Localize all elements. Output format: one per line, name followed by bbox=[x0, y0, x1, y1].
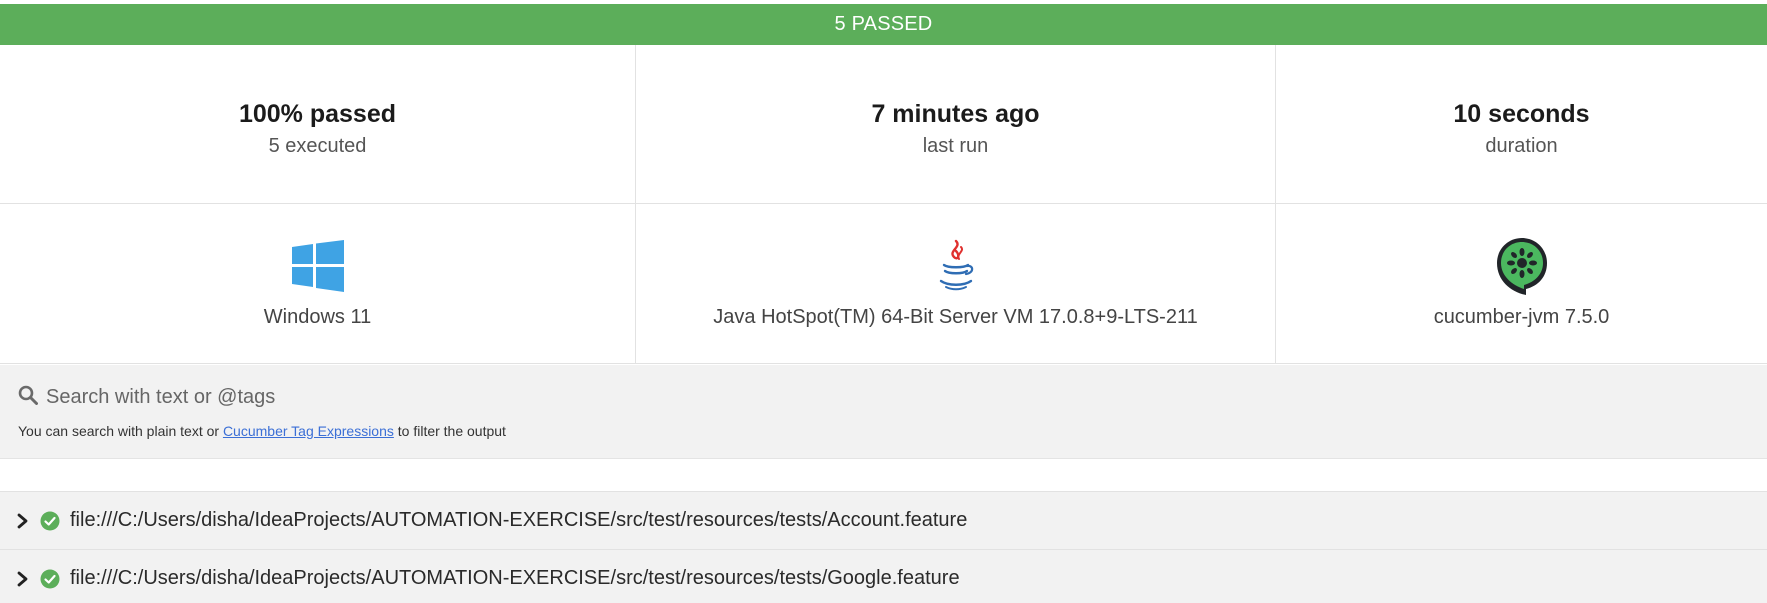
feature-path[interactable]: file:///C:/Users/disha/IdeaProjects/AUTO… bbox=[70, 509, 967, 532]
result-banner: 5 PASSED bbox=[0, 4, 1767, 45]
feature-row[interactable]: file:///C:/Users/disha/IdeaProjects/AUTO… bbox=[0, 549, 1767, 603]
stat-passed: 100% passed 5 executed bbox=[0, 45, 636, 204]
stat-value: 10 seconds bbox=[1453, 100, 1590, 128]
stat-label: duration bbox=[1485, 135, 1558, 157]
search-hint-suffix: to filter the output bbox=[397, 423, 506, 439]
windows-icon bbox=[291, 238, 344, 294]
result-banner-text: 5 PASSED bbox=[834, 13, 933, 35]
search-input[interactable] bbox=[46, 386, 946, 409]
env-tool: cucumber-jvm 7.5.0 bbox=[1276, 204, 1767, 364]
stat-label: 5 executed bbox=[268, 135, 367, 157]
search-hint-text: You can search with plain text or bbox=[18, 423, 220, 439]
search-icon bbox=[18, 385, 38, 410]
java-icon bbox=[934, 238, 978, 294]
passed-check-icon bbox=[40, 569, 60, 589]
feature-list: file:///C:/Users/disha/IdeaProjects/AUTO… bbox=[0, 491, 1767, 603]
cucumber-icon bbox=[1495, 238, 1549, 295]
chevron-right-icon[interactable] bbox=[17, 571, 31, 587]
chevron-right-icon[interactable] bbox=[17, 513, 31, 529]
feature-row[interactable]: file:///C:/Users/disha/IdeaProjects/AUTO… bbox=[0, 491, 1767, 549]
env-os: Windows 11 bbox=[0, 204, 636, 364]
stat-last-run: 7 minutes ago last run bbox=[636, 45, 1276, 204]
env-runtime: Java HotSpot(TM) 64-Bit Server VM 17.0.8… bbox=[636, 204, 1276, 364]
passed-check-icon bbox=[40, 511, 60, 531]
tag-expressions-link[interactable]: Cucumber Tag Expressions bbox=[223, 423, 394, 439]
env-os-label: Windows 11 bbox=[263, 306, 372, 328]
feature-path[interactable]: file:///C:/Users/disha/IdeaProjects/AUTO… bbox=[70, 567, 960, 590]
env-tool-label: cucumber-jvm 7.5.0 bbox=[1433, 306, 1610, 328]
stat-label: last run bbox=[922, 135, 989, 157]
search-row bbox=[18, 385, 946, 410]
stat-duration: 10 seconds duration bbox=[1276, 45, 1767, 204]
search-panel: You can search with plain text or Cucumb… bbox=[0, 365, 1767, 459]
env-runtime-label: Java HotSpot(TM) 64-Bit Server VM 17.0.8… bbox=[713, 306, 1198, 328]
stat-value: 7 minutes ago bbox=[871, 100, 1040, 128]
summary-grid: 100% passed 5 executed 7 minutes ago las… bbox=[0, 45, 1767, 365]
stat-value: 100% passed bbox=[238, 100, 397, 128]
report-page: 5 PASSED 100% passed 5 executed 7 minute… bbox=[0, 0, 1767, 603]
search-hint: You can search with plain text or Cucumb… bbox=[18, 423, 506, 439]
